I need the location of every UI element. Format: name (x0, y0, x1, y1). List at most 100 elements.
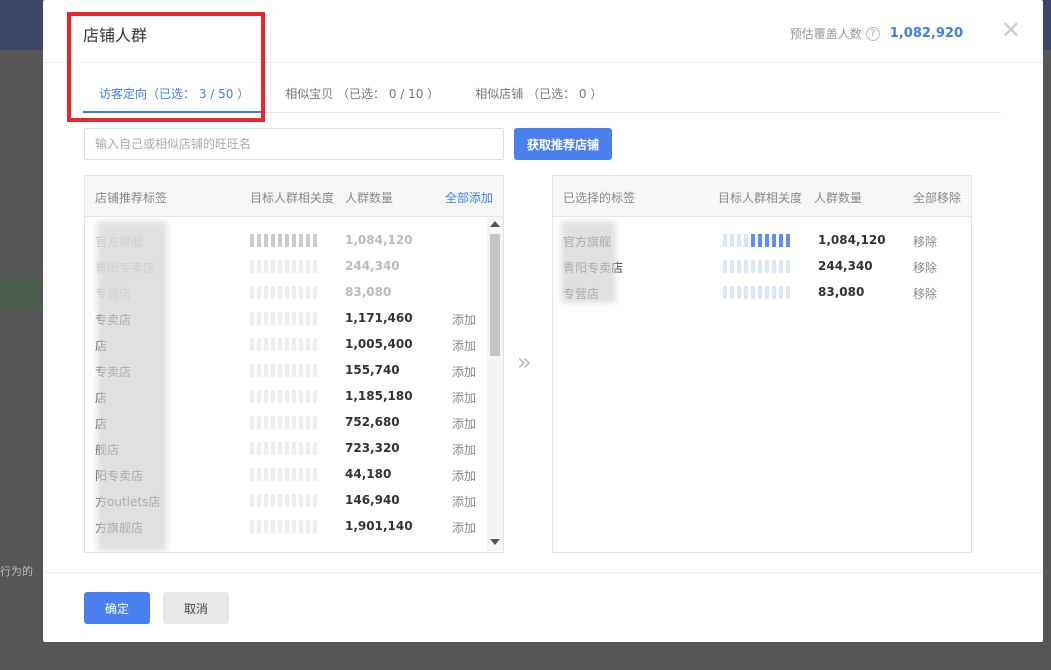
add-button[interactable]: 添加 (452, 519, 476, 536)
scroll-down-arrow-icon[interactable] (490, 539, 500, 545)
relevance-bar (313, 234, 317, 247)
add-button[interactable]: 添加 (452, 337, 476, 354)
relevance-bar (786, 286, 790, 299)
audience-count: 244,340 (345, 259, 400, 273)
relevance-bar (285, 442, 289, 455)
relevance-meter (723, 286, 790, 299)
relevance-bar (313, 494, 317, 507)
relevance-meter (250, 312, 317, 325)
add-button[interactable]: 添加 (452, 311, 476, 328)
relevance-bar (250, 364, 254, 377)
tab-visitor-targeting[interactable]: 访客定向（已选： 3 / 50 ） (83, 80, 266, 113)
audience-count: 155,740 (345, 363, 400, 377)
selected-tags-panel: 已选择的标签 目标人群相关度 人群数量 全部移除 官方旗舰1,084,120移除… (552, 175, 972, 553)
col-count-header: 人群数量 (345, 191, 394, 205)
relevance-bar (250, 442, 254, 455)
audience-count: 1,185,180 (345, 389, 413, 403)
relevance-bar (299, 364, 303, 377)
add-button[interactable]: 添加 (452, 415, 476, 432)
scroll-up-arrow-icon[interactable] (490, 221, 500, 227)
relevance-bar (730, 286, 734, 299)
relevance-bar (723, 234, 727, 247)
relevance-bar (779, 260, 783, 273)
relevance-bar (257, 364, 261, 377)
relevance-bar (250, 286, 254, 299)
relevance-bar (299, 494, 303, 507)
col-selected-tag-header: 已选择的标签 (563, 191, 636, 205)
audience-count: 723,320 (345, 441, 400, 455)
relevance-meter (250, 494, 317, 507)
scrollbar[interactable] (487, 217, 503, 551)
store-audience-modal: 店铺人群 预估覆盖人数 ? 1,082,920 ✕ 访客定向（已选： 3 / 5… (43, 0, 1043, 642)
relevance-bar (772, 234, 776, 247)
audience-count: 244,340 (818, 259, 873, 273)
relevance-bar (285, 468, 289, 481)
remove-button[interactable]: 移除 (913, 233, 937, 250)
relevance-bar (250, 494, 254, 507)
add-button[interactable]: 添加 (452, 363, 476, 380)
coverage-label: 预估覆盖人数 (789, 27, 862, 41)
relevance-bar (306, 260, 310, 273)
relevance-bar (765, 234, 769, 247)
store-search-input[interactable] (84, 128, 504, 160)
coverage-value: 1,082,920 (889, 26, 963, 41)
tab-similar-stores[interactable]: 相似店铺 （已选： 0 ） (459, 80, 618, 113)
relevance-bar (264, 364, 268, 377)
relevance-bar (292, 338, 296, 351)
remove-button[interactable]: 移除 (913, 259, 937, 276)
relevance-bar (278, 390, 282, 403)
relevance-bar (250, 390, 254, 403)
relevance-bar (285, 390, 289, 403)
relevance-bar (250, 520, 254, 533)
relevance-bar (271, 416, 275, 429)
relevance-meter (723, 260, 790, 273)
relevance-bar (765, 260, 769, 273)
relevance-bar (306, 286, 310, 299)
relevance-bar (264, 390, 268, 403)
relevance-meter (723, 234, 790, 247)
help-icon[interactable]: ? (865, 26, 880, 41)
relevance-bar (730, 234, 734, 247)
fetch-recommended-stores-button[interactable]: 获取推荐店铺 (514, 128, 612, 160)
tab-similar-items[interactable]: 相似宝贝 （已选： 0 / 10 ） (269, 80, 455, 113)
relevance-bar (313, 390, 317, 403)
cancel-button[interactable]: 取消 (163, 592, 229, 624)
remove-button[interactable]: 移除 (913, 285, 937, 302)
close-icon[interactable]: ✕ (1001, 18, 1021, 42)
remove-all-link[interactable]: 全部移除 (913, 189, 961, 206)
relevance-bar (250, 468, 254, 481)
relevance-bar (257, 260, 261, 273)
add-button[interactable]: 添加 (452, 493, 476, 510)
relevance-bar (278, 442, 282, 455)
relevance-bar (306, 364, 310, 377)
tab-bar: 访客定向（已选： 3 / 50 ） 相似宝贝 （已选： 0 / 10 ） 相似店… (83, 80, 1001, 113)
relevance-bar (278, 286, 282, 299)
relevance-bar (271, 390, 275, 403)
relevance-bar (292, 234, 296, 247)
relevance-bar (313, 338, 317, 351)
relevance-bar (250, 416, 254, 429)
add-button[interactable]: 添加 (452, 441, 476, 458)
relevance-bar (264, 494, 268, 507)
relevance-bar (285, 494, 289, 507)
relevance-bar (299, 286, 303, 299)
add-button[interactable]: 添加 (452, 389, 476, 406)
relevance-bar (744, 234, 748, 247)
scroll-thumb[interactable] (490, 234, 500, 356)
add-button[interactable]: 添加 (452, 467, 476, 484)
relevance-bar (299, 442, 303, 455)
audience-count: 752,680 (345, 415, 400, 429)
relevance-bar (723, 260, 727, 273)
relevance-bar (306, 494, 310, 507)
recommended-tags-panel: 店铺推荐标签 目标人群相关度 人群数量 全部添加 官方旗舰1,084,120青阳… (84, 175, 504, 553)
relevance-bar (737, 286, 741, 299)
confirm-button[interactable]: 确定 (84, 592, 150, 624)
add-all-link[interactable]: 全部添加 (445, 189, 493, 206)
relevance-bar (264, 416, 268, 429)
relevance-meter (250, 286, 317, 299)
relevance-bar (758, 260, 762, 273)
relevance-bar (737, 260, 741, 273)
relevance-bar (271, 338, 275, 351)
transfer-arrow-icon: » (517, 348, 532, 376)
relevance-bar (299, 338, 303, 351)
